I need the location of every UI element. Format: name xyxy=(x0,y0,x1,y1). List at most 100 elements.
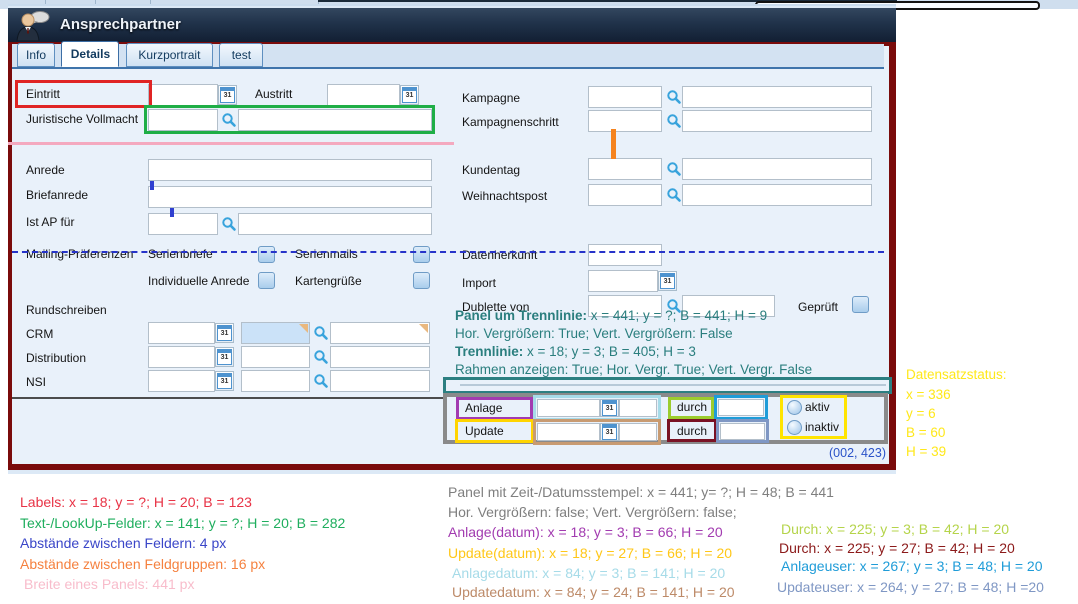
kampagne-text-input[interactable] xyxy=(682,86,872,108)
juristische-vollmacht-text-input[interactable] xyxy=(238,109,432,131)
annotation-durch2-spec: Durch: x = 225; y = 27; B = 42; H = 20 xyxy=(779,540,1015,556)
calendar-icon: 31 xyxy=(602,424,617,440)
import-date-input[interactable] xyxy=(588,270,658,292)
austritt-date-input[interactable] xyxy=(327,84,400,106)
screenshot-root: Ansprechpartner Info Details Kurzportrai… xyxy=(0,0,1078,604)
weihnachtspost-lookup-input[interactable] xyxy=(588,184,662,206)
datenherkunft-input[interactable] xyxy=(588,244,662,266)
updatezeit-input[interactable] xyxy=(619,423,657,441)
calendar-icon: 31 xyxy=(217,373,232,389)
label-briefanrede: Briefanrede xyxy=(26,188,88,202)
annotation-teal-line3-bold: Trennlinie: xyxy=(455,344,523,359)
serienmails-checkbox[interactable] xyxy=(413,246,430,263)
kundentag-lookup-input[interactable] xyxy=(588,158,662,180)
search-icon[interactable] xyxy=(666,161,682,177)
calendar-icon: 31 xyxy=(217,349,232,365)
ist-ap-fuer-lookup-input[interactable] xyxy=(148,213,218,235)
mandatory-corner-marker xyxy=(419,324,428,333)
annotation-updatedatum-spec: Updatedatum: x = 84; y = 24; B = 141; H … xyxy=(452,584,735,600)
search-icon[interactable] xyxy=(313,325,329,341)
anlagedatum-calendar-button[interactable]: 31 xyxy=(600,399,619,417)
serienbriefe-checkbox[interactable] xyxy=(258,246,275,263)
aktiv-radio[interactable] xyxy=(787,400,802,415)
eintritt-date-input[interactable] xyxy=(148,84,218,106)
annotation-fields-spec: Text-/LookUp-Felder: x = 141; y = ?; H =… xyxy=(20,515,345,531)
anlagedatum-date-input[interactable] xyxy=(537,399,600,417)
weihnachtspost-text-input[interactable] xyxy=(682,184,872,206)
annotation-field-gap-spec: Abstände zwischen Feldern: 4 px xyxy=(20,535,226,551)
window-titlebar: Ansprechpartner xyxy=(8,8,896,42)
crm-calendar-button[interactable]: 31 xyxy=(215,323,234,343)
label-aktiv: aktiv xyxy=(805,400,830,414)
label-durch-anlage: durch xyxy=(677,400,707,414)
search-icon[interactable] xyxy=(313,349,329,365)
search-icon[interactable] xyxy=(221,216,237,232)
annotation-stamp-panel-spec: Panel mit Zeit-/Datumsstempel: x = 441; … xyxy=(448,484,834,500)
geprueft-checkbox[interactable] xyxy=(852,296,869,313)
label-mailing-praeferenzen: Mailing-Präferenzen xyxy=(26,247,133,261)
search-icon[interactable] xyxy=(666,89,682,105)
juristische-vollmacht-lookup-input[interactable] xyxy=(148,109,218,131)
crm-date-input[interactable] xyxy=(148,322,215,344)
inaktiv-radio[interactable] xyxy=(787,420,802,435)
label-anrede: Anrede xyxy=(26,163,65,177)
nsi-text-input[interactable] xyxy=(330,370,430,392)
label-serienmails: Serienmails xyxy=(295,247,358,261)
crm-lookup-field-selected[interactable] xyxy=(241,322,310,344)
label-eintritt: Eintritt xyxy=(26,87,60,101)
tab-strip: Info Details Kurzportrait test xyxy=(12,44,884,69)
austritt-calendar-button[interactable]: 31 xyxy=(400,85,419,105)
eintritt-calendar-button[interactable]: 31 xyxy=(218,85,237,105)
anlageuser-input[interactable] xyxy=(718,399,764,416)
annotation-updateuser-spec: Updateuser: x = 264; y = 27; B = 48; H =… xyxy=(777,579,1044,595)
annotation-durch1-spec: Durch: x = 225; y = 3; B = 42; H = 20 xyxy=(781,521,1009,537)
annotation-datensatzstatus-x: x = 336 xyxy=(906,387,951,402)
distribution-lookup-input[interactable] xyxy=(241,346,310,368)
nsi-date-input[interactable] xyxy=(148,370,215,392)
search-icon[interactable] xyxy=(221,112,237,128)
tab-kurzportrait[interactable]: Kurzportrait xyxy=(126,43,213,67)
annotation-datensatzstatus-title: Datensatzstatus: xyxy=(906,367,1007,382)
annotation-labels-spec: Labels: x = 18; y = ?; H = 20; B = 123 xyxy=(20,494,252,510)
kundentag-text-input[interactable] xyxy=(682,158,872,180)
tab-test[interactable]: test xyxy=(219,43,263,67)
calendar-icon: 31 xyxy=(602,400,617,416)
annotation-teal-line1-rest: x = 441; y = ?; B = 441; H = 9 xyxy=(587,308,767,323)
calendar-icon: 31 xyxy=(217,325,232,341)
annotation-orange-group-gap-line xyxy=(611,129,616,159)
kampagnenschritt-lookup-input[interactable] xyxy=(588,110,662,132)
nsi-calendar-button[interactable]: 31 xyxy=(215,371,234,391)
search-icon[interactable] xyxy=(313,373,329,389)
distribution-calendar-button[interactable]: 31 xyxy=(215,347,234,367)
kartengruesse-checkbox[interactable] xyxy=(413,272,430,289)
label-update: Update xyxy=(465,424,504,438)
tab-details[interactable]: Details xyxy=(61,41,119,67)
crm-text-field[interactable] xyxy=(330,322,430,344)
search-icon[interactable] xyxy=(666,187,682,203)
label-geprueft: Geprüft xyxy=(798,300,838,314)
annotation-blue-dashed-line xyxy=(12,251,884,253)
briefanrede-input[interactable] xyxy=(148,186,432,208)
trennlinie-separator xyxy=(460,384,886,386)
updatedatum-date-input[interactable] xyxy=(537,423,600,441)
import-calendar-button[interactable]: 31 xyxy=(658,271,677,291)
annotation-datensatzstatus-y: y = 6 xyxy=(906,406,936,421)
individuelle-anrede-checkbox[interactable] xyxy=(258,272,275,289)
updatedatum-calendar-button[interactable]: 31 xyxy=(600,423,619,441)
distribution-text-input[interactable] xyxy=(330,346,430,368)
distribution-date-input[interactable] xyxy=(148,346,215,368)
annotation-teal-line2: Hor. Vergrößern: True; Vert. Vergrößern:… xyxy=(455,326,733,341)
tab-info[interactable]: Info xyxy=(17,43,55,67)
label-serienbriefe: Serienbriefe xyxy=(148,247,213,261)
kampagnenschritt-text-input[interactable] xyxy=(682,110,872,132)
search-icon[interactable] xyxy=(666,113,682,129)
nsi-lookup-input[interactable] xyxy=(241,370,310,392)
anlagezeit-input[interactable] xyxy=(619,399,657,417)
window-title: Ansprechpartner xyxy=(60,16,181,33)
updateuser-input[interactable] xyxy=(720,423,765,440)
kampagne-lookup-input[interactable] xyxy=(588,86,662,108)
annotation-anlagedatum-spec: Anlagedatum: x = 84; y = 3; B = 141; H =… xyxy=(452,565,725,581)
annotation-anlageuser-spec: Anlageuser: x = 267; y = 3; B = 48; H = … xyxy=(781,558,1043,574)
ist-ap-fuer-text-input[interactable] xyxy=(238,213,432,235)
anrede-input[interactable] xyxy=(148,159,432,181)
